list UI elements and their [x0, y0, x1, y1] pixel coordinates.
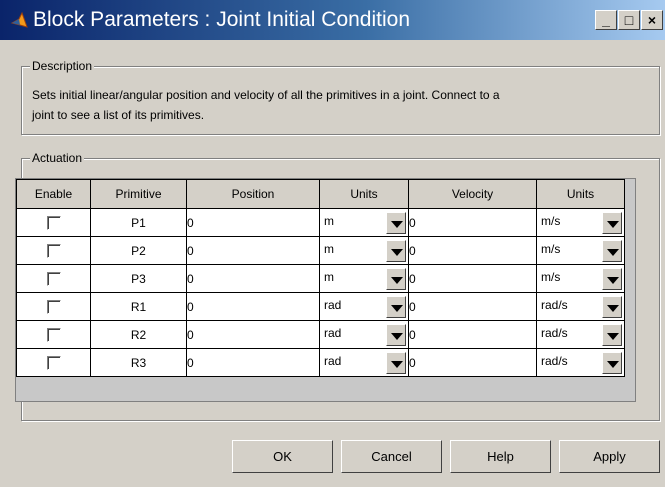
velocity-input[interactable]: 0 — [408, 264, 537, 293]
table-row: P2 0 m 0 m/s — [16, 236, 625, 265]
header-enable: Enable — [16, 179, 91, 209]
enable-checkbox[interactable] — [46, 299, 61, 314]
units-value: rad — [324, 353, 342, 368]
dropdown-arrow-icon[interactable] — [602, 267, 622, 290]
velocity-input[interactable]: 0 — [408, 348, 537, 377]
units-select[interactable]: m — [319, 264, 409, 293]
actuation-table-area: Enable Primitive Position Units Velocity… — [15, 178, 636, 402]
position-input[interactable]: 0 — [186, 348, 320, 377]
maximize-button[interactable]: □ — [618, 10, 640, 30]
header-velocity-units: Units — [536, 179, 625, 209]
title-bar[interactable]: Block Parameters : Joint Initial Conditi… — [0, 0, 665, 40]
enable-checkbox[interactable] — [46, 215, 61, 230]
enable-cell — [16, 292, 91, 321]
position-input[interactable]: 0 — [186, 208, 320, 237]
enable-cell — [16, 264, 91, 293]
enable-cell — [16, 320, 91, 349]
table-row: R3 0 rad 0 rad/s — [16, 348, 625, 377]
units-select[interactable]: m — [319, 236, 409, 265]
units-value: m — [324, 269, 334, 284]
apply-button[interactable]: Apply — [559, 440, 660, 473]
table-row: R1 0 rad 0 rad/s — [16, 292, 625, 321]
primitive-cell: P2 — [90, 236, 187, 265]
description-text: Sets initial linear/angular position and… — [32, 85, 652, 125]
description-legend: Description — [30, 59, 95, 73]
velocity-input[interactable]: 0 — [408, 292, 537, 321]
dropdown-arrow-icon[interactable] — [386, 211, 406, 234]
velocity-input[interactable]: 0 — [408, 208, 537, 237]
enable-cell — [16, 348, 91, 377]
velocity-units-select[interactable]: rad/s — [536, 292, 625, 321]
primitive-cell: R2 — [90, 320, 187, 349]
help-button[interactable]: Help — [450, 440, 551, 473]
velocity-units-select[interactable]: rad/s — [536, 320, 625, 349]
units-value: rad — [324, 325, 342, 340]
ok-button[interactable]: OK — [232, 440, 333, 473]
enable-checkbox[interactable] — [46, 327, 61, 342]
description-line-1: Sets initial linear/angular position and… — [32, 88, 500, 102]
velocity-units-value: m/s — [541, 241, 561, 256]
dropdown-arrow-icon[interactable] — [602, 239, 622, 262]
units-value: m — [324, 241, 334, 256]
units-value: m — [324, 213, 334, 228]
velocity-units-select[interactable]: m/s — [536, 236, 625, 265]
units-select[interactable]: rad — [319, 348, 409, 377]
window-controls: _ □ × — [594, 10, 663, 32]
units-value: rad — [324, 297, 342, 312]
velocity-units-value: rad/s — [541, 353, 568, 368]
enable-cell — [16, 208, 91, 237]
velocity-units-value: rad/s — [541, 325, 568, 340]
dropdown-arrow-icon[interactable] — [602, 211, 622, 234]
dropdown-arrow-icon[interactable] — [602, 323, 622, 346]
enable-checkbox[interactable] — [46, 271, 61, 286]
primitive-cell: P1 — [90, 208, 187, 237]
units-select[interactable]: rad — [319, 292, 409, 321]
velocity-units-select[interactable]: m/s — [536, 264, 625, 293]
dropdown-arrow-icon[interactable] — [602, 351, 622, 374]
velocity-input[interactable]: 0 — [408, 236, 537, 265]
header-velocity: Velocity — [408, 179, 537, 209]
table-row: P3 0 m 0 m/s — [16, 264, 625, 293]
header-position: Position — [186, 179, 320, 209]
window-title: Block Parameters : Joint Initial Conditi… — [33, 8, 411, 31]
header-units: Units — [319, 179, 409, 209]
velocity-units-value: m/s — [541, 213, 561, 228]
units-select[interactable]: m — [319, 208, 409, 237]
position-input[interactable]: 0 — [186, 292, 320, 321]
velocity-units-value: rad/s — [541, 297, 568, 312]
actuation-legend: Actuation — [30, 151, 85, 165]
actuation-table: Enable Primitive Position Units Velocity… — [16, 179, 625, 377]
position-input[interactable]: 0 — [186, 264, 320, 293]
dropdown-arrow-icon[interactable] — [386, 295, 406, 318]
dropdown-arrow-icon[interactable] — [602, 295, 622, 318]
cancel-button[interactable]: Cancel — [341, 440, 442, 473]
velocity-input[interactable]: 0 — [408, 320, 537, 349]
enable-checkbox[interactable] — [46, 355, 61, 370]
position-input[interactable]: 0 — [186, 236, 320, 265]
minimize-button[interactable]: _ — [595, 10, 617, 30]
velocity-units-value: m/s — [541, 269, 561, 284]
dropdown-arrow-icon[interactable] — [386, 351, 406, 374]
table-row: R2 0 rad 0 rad/s — [16, 320, 625, 349]
description-group: Description Sets initial linear/angular … — [21, 59, 660, 135]
matlab-logo-icon — [10, 11, 28, 28]
table-header-row: Enable Primitive Position Units Velocity… — [16, 179, 625, 209]
close-button[interactable]: × — [641, 10, 663, 30]
dropdown-arrow-icon[interactable] — [386, 267, 406, 290]
primitive-cell: R1 — [90, 292, 187, 321]
primitive-cell: R3 — [90, 348, 187, 377]
units-select[interactable]: rad — [319, 320, 409, 349]
header-primitive: Primitive — [90, 179, 187, 209]
velocity-units-select[interactable]: rad/s — [536, 348, 625, 377]
velocity-units-select[interactable]: m/s — [536, 208, 625, 237]
dropdown-arrow-icon[interactable] — [386, 323, 406, 346]
table-row: P1 0 m 0 m/s — [16, 208, 625, 237]
position-input[interactable]: 0 — [186, 320, 320, 349]
enable-cell — [16, 236, 91, 265]
enable-checkbox[interactable] — [46, 243, 61, 258]
dropdown-arrow-icon[interactable] — [386, 239, 406, 262]
primitive-cell: P3 — [90, 264, 187, 293]
description-line-2: joint to see a list of its primitives. — [32, 108, 205, 122]
